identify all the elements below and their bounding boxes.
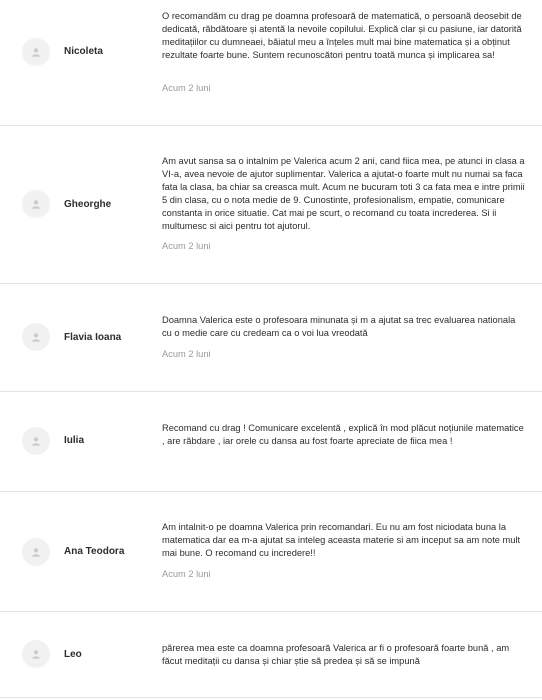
review-text: Recomand cu drag ! Comunicare excelentă … [162, 423, 524, 446]
review-item: Gheorghe Am avut sansa sa o intalnim pe … [0, 126, 542, 284]
review-time: Acum 2 luni [162, 349, 211, 359]
review-item: Leo părerea mea este ca doamna profesoar… [0, 612, 542, 698]
user-icon [32, 650, 40, 659]
avatar [22, 538, 50, 566]
reviewer-name: Leo [64, 649, 82, 660]
review-time: Acum 2 luni [162, 83, 211, 93]
avatar [22, 190, 50, 218]
review-item: Iulia Recomand cu drag ! Comunicare exce… [0, 392, 542, 492]
reviewer-name: Gheorghe [64, 199, 112, 210]
review-text: Am intalnit-o pe doamna Valerica prin re… [162, 522, 521, 558]
review-time: Acum 2 luni [162, 241, 211, 251]
review-item: Flavia Ioana Doamna Valerica este o prof… [0, 284, 542, 392]
review-text: Am avut sansa sa o intalnim pe Valerica … [162, 156, 525, 231]
review-text: O recomandăm cu drag pe doamna profesoar… [162, 11, 522, 60]
review-text: părerea mea este ca doamna profesoară Va… [162, 643, 510, 666]
reviewer-name: Flavia Ioana [64, 332, 122, 343]
reviews-list: Nicoleta O recomandăm cu drag pe doamna … [0, 0, 542, 700]
user-icon [32, 200, 40, 209]
user-icon [32, 333, 40, 342]
avatar [22, 427, 50, 455]
review-text: Doamna Valerica este o profesoara minuna… [162, 315, 516, 338]
user-icon [32, 48, 40, 57]
reviewer-name: Nicoleta [64, 46, 103, 57]
user-icon [32, 437, 40, 446]
reviewer-name: Ana Teodora [64, 546, 125, 557]
review-item: Ana Teodora Am intalnit-o pe doamna Vale… [0, 492, 542, 612]
avatar [22, 38, 50, 66]
user-icon [32, 548, 40, 557]
review-time: Acum 2 luni [162, 569, 211, 579]
review-item: Nicoleta O recomandăm cu drag pe doamna … [0, 0, 542, 126]
reviewer-name: Iulia [64, 435, 85, 446]
avatar [22, 323, 50, 351]
avatar [22, 640, 50, 668]
